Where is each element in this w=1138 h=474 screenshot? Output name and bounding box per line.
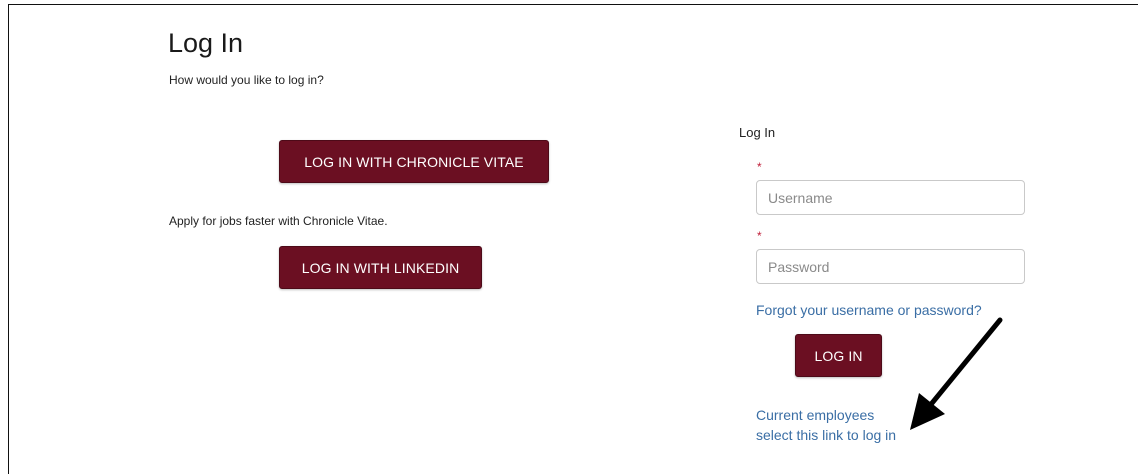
username-input[interactable] [756, 180, 1025, 215]
current-employees-login-link[interactable]: Current employees select this link to lo… [756, 405, 896, 445]
apply-hint-text: Apply for jobs faster with Chronicle Vit… [169, 214, 388, 228]
page-title: Log In [168, 28, 244, 58]
password-required-marker: * [757, 229, 762, 243]
login-linkedin-button[interactable]: LOG IN WITH LINKEDIN [279, 246, 482, 289]
username-required-marker: * [757, 160, 762, 174]
login-submit-button[interactable]: LOG IN [795, 334, 882, 377]
employees-link-line1: Current employees [756, 407, 875, 423]
page-subtitle: How would you like to log in? [169, 73, 324, 87]
login-form-heading: Log In [739, 125, 776, 140]
arrow-pointing-down-left-icon [910, 317, 1003, 430]
employees-link-line2: select this link to log in [756, 427, 897, 443]
password-input[interactable] [756, 249, 1025, 284]
login-chronicle-vitae-button[interactable]: LOG IN WITH CHRONICLE VITAE [279, 140, 549, 183]
